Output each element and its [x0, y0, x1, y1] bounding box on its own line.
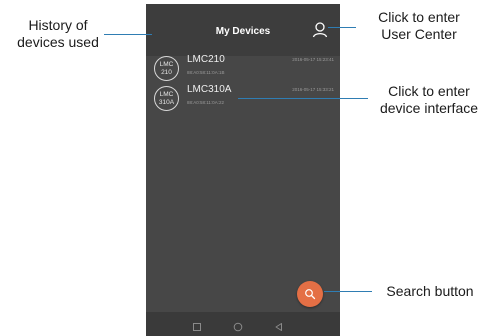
device-avatar: LMC 310A — [154, 86, 179, 111]
circle-icon — [233, 322, 243, 332]
callout-search: Search button — [386, 283, 474, 299]
user-center-button[interactable] — [311, 21, 329, 39]
back-button[interactable] — [274, 319, 284, 331]
app-header: My Devices — [146, 4, 340, 56]
device-mac-address: 88:A0:58:11:0A:1B — [187, 70, 225, 75]
leader-line-user-center — [328, 27, 356, 28]
square-icon — [193, 323, 201, 331]
user-icon — [312, 22, 328, 38]
phone-screen: My Devices LMC 210 LMC210 2016-05-17 15:… — [146, 4, 340, 336]
home-button[interactable] — [233, 319, 243, 332]
triangle-back-icon — [275, 323, 282, 331]
leader-line-device-interface — [238, 98, 368, 99]
callout-user-center: Click to enter User Center — [378, 9, 460, 42]
search-button[interactable] — [297, 281, 323, 307]
device-item-lmc310a[interactable]: LMC 310A LMC310A 2016-05-17 15:33:21 88:… — [146, 84, 340, 120]
leader-line-search — [324, 291, 372, 292]
callout-device-interface: Click to enter device interface — [379, 83, 479, 116]
system-nav-bar — [146, 312, 340, 336]
recent-apps-button[interactable] — [192, 319, 202, 331]
device-timestamp: 2016-05-17 15:23:41 — [292, 57, 334, 62]
device-name: LMC310A — [187, 84, 232, 95]
device-name: LMC210 — [187, 54, 225, 65]
search-icon — [305, 289, 316, 300]
device-avatar: LMC 210 — [154, 56, 179, 81]
device-timestamp: 2016-05-17 15:33:21 — [292, 87, 334, 92]
device-item-lmc210[interactable]: LMC 210 LMC210 2016-05-17 15:23:41 88:A0… — [146, 54, 340, 90]
callout-history: History of devices used — [17, 17, 99, 50]
device-mac-address: 88:A0:58:11:0A:22 — [187, 100, 224, 105]
